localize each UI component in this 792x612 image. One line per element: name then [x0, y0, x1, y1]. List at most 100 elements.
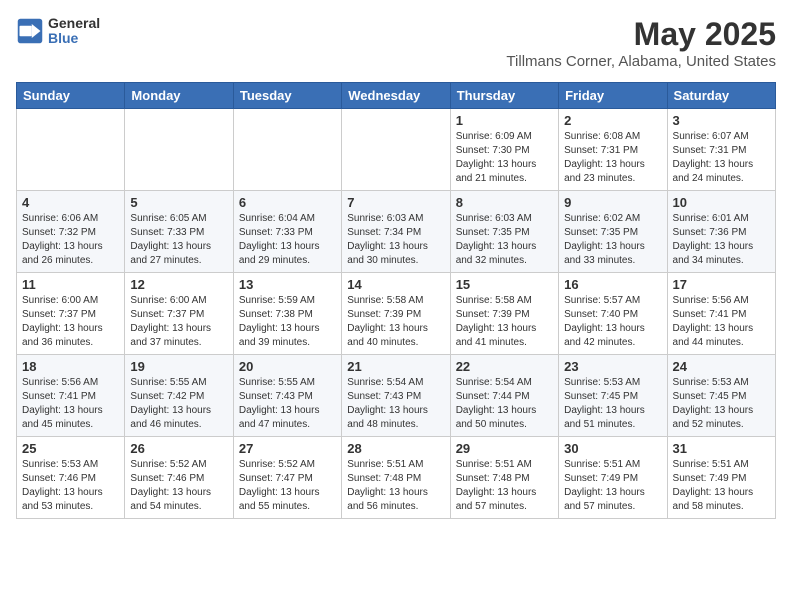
- weekday-header-monday: Monday: [125, 83, 233, 109]
- calendar-cell: 6 Sunrise: 6:04 AM Sunset: 7:33 PM Daylig…: [233, 191, 341, 273]
- calendar-cell: 22 Sunrise: 5:54 AM Sunset: 7:44 PM Dayli…: [450, 355, 558, 437]
- calendar-cell: 3 Sunrise: 6:07 AM Sunset: 7:31 PM Daylig…: [667, 109, 775, 191]
- calendar-cell: 9 Sunrise: 6:02 AM Sunset: 7:35 PM Daylig…: [559, 191, 667, 273]
- day-number: 9: [564, 195, 661, 210]
- day-info: Sunrise: 6:00 AM Sunset: 7:37 PM Dayligh…: [130, 294, 227, 350]
- day-info: Sunrise: 6:03 AM Sunset: 7:34 PM Dayligh…: [347, 212, 444, 268]
- calendar-cell: 21 Sunrise: 5:54 AM Sunset: 7:43 PM Dayli…: [342, 355, 450, 437]
- calendar-body: 1 Sunrise: 6:09 AM Sunset: 7:30 PM Daylig…: [17, 109, 776, 519]
- logo-blue-text: Blue: [48, 31, 100, 46]
- day-number: 26: [130, 441, 227, 456]
- calendar-cell: 10 Sunrise: 6:01 AM Sunset: 7:36 PM Dayli…: [667, 191, 775, 273]
- calendar-cell: 16 Sunrise: 5:57 AM Sunset: 7:40 PM Dayli…: [559, 273, 667, 355]
- page-header: General Blue May 2025 Tillmans Corner, A…: [16, 16, 776, 70]
- calendar-cell: [17, 109, 125, 191]
- title-block: May 2025 Tillmans Corner, Alabama, Unite…: [506, 16, 776, 70]
- day-info: Sunrise: 6:04 AM Sunset: 7:33 PM Dayligh…: [239, 212, 336, 268]
- day-info: Sunrise: 5:51 AM Sunset: 7:48 PM Dayligh…: [347, 458, 444, 514]
- day-info: Sunrise: 5:53 AM Sunset: 7:45 PM Dayligh…: [564, 376, 661, 432]
- day-info: Sunrise: 6:05 AM Sunset: 7:33 PM Dayligh…: [130, 212, 227, 268]
- calendar-cell: 12 Sunrise: 6:00 AM Sunset: 7:37 PM Dayli…: [125, 273, 233, 355]
- weekday-header-sunday: Sunday: [17, 83, 125, 109]
- calendar-cell: [125, 109, 233, 191]
- calendar-cell: 5 Sunrise: 6:05 AM Sunset: 7:33 PM Daylig…: [125, 191, 233, 273]
- day-number: 6: [239, 195, 336, 210]
- day-number: 4: [22, 195, 119, 210]
- day-number: 16: [564, 277, 661, 292]
- calendar-cell: 29 Sunrise: 5:51 AM Sunset: 7:48 PM Dayli…: [450, 437, 558, 519]
- day-info: Sunrise: 6:07 AM Sunset: 7:31 PM Dayligh…: [673, 130, 770, 186]
- logo-general: General: [48, 16, 100, 31]
- week-row-1: 1 Sunrise: 6:09 AM Sunset: 7:30 PM Daylig…: [17, 109, 776, 191]
- calendar-cell: 14Sunrise: 5:58 AM Sunset: 7:39 PM Dayli…: [342, 273, 450, 355]
- day-info: Sunrise: 5:57 AM Sunset: 7:40 PM Dayligh…: [564, 294, 661, 350]
- calendar-cell: 18Sunrise: 5:56 AM Sunset: 7:41 PM Dayli…: [17, 355, 125, 437]
- calendar-cell: 13 Sunrise: 5:59 AM Sunset: 7:38 PM Dayli…: [233, 273, 341, 355]
- calendar-cell: 20Sunrise: 5:55 AM Sunset: 7:43 PM Dayli…: [233, 355, 341, 437]
- calendar-cell: [342, 109, 450, 191]
- day-number: 15: [456, 277, 553, 292]
- day-number: 22: [456, 359, 553, 374]
- day-info: Sunrise: 5:51 AM Sunset: 7:49 PM Dayligh…: [564, 458, 661, 514]
- day-number: 1: [456, 113, 553, 128]
- day-number: 12: [130, 277, 227, 292]
- day-info: Sunrise: 6:00 AM Sunset: 7:37 PM Dayligh…: [22, 294, 119, 350]
- weekday-header-saturday: Saturday: [667, 83, 775, 109]
- day-info: Sunrise: 5:53 AM Sunset: 7:46 PM Dayligh…: [22, 458, 119, 514]
- day-info: Sunrise: 5:51 AM Sunset: 7:49 PM Dayligh…: [673, 458, 770, 514]
- calendar-cell: 8 Sunrise: 6:03 AM Sunset: 7:35 PM Daylig…: [450, 191, 558, 273]
- day-number: 2: [564, 113, 661, 128]
- calendar-table: SundayMondayTuesdayWednesdayThursdayFrid…: [16, 82, 776, 519]
- calendar-cell: 23 Sunrise: 5:53 AM Sunset: 7:45 PM Dayli…: [559, 355, 667, 437]
- calendar-cell: 7 Sunrise: 6:03 AM Sunset: 7:34 PM Daylig…: [342, 191, 450, 273]
- week-row-3: 11 Sunrise: 6:00 AM Sunset: 7:37 PM Dayli…: [17, 273, 776, 355]
- day-info: Sunrise: 5:52 AM Sunset: 7:47 PM Dayligh…: [239, 458, 336, 514]
- week-row-5: 25Sunrise: 5:53 AM Sunset: 7:46 PM Dayli…: [17, 437, 776, 519]
- logo-text: General Blue: [48, 16, 100, 47]
- weekday-header-row: SundayMondayTuesdayWednesdayThursdayFrid…: [17, 83, 776, 109]
- location-title: Tillmans Corner, Alabama, United States: [506, 53, 776, 70]
- day-number: 24: [673, 359, 770, 374]
- day-number: 8: [456, 195, 553, 210]
- day-number: 23: [564, 359, 661, 374]
- day-number: 3: [673, 113, 770, 128]
- weekday-header-wednesday: Wednesday: [342, 83, 450, 109]
- day-info: Sunrise: 5:54 AM Sunset: 7:43 PM Dayligh…: [347, 376, 444, 432]
- day-number: 29: [456, 441, 553, 456]
- day-number: 30: [564, 441, 661, 456]
- calendar-cell: 1 Sunrise: 6:09 AM Sunset: 7:30 PM Daylig…: [450, 109, 558, 191]
- day-info: Sunrise: 6:02 AM Sunset: 7:35 PM Dayligh…: [564, 212, 661, 268]
- calendar-cell: 27Sunrise: 5:52 AM Sunset: 7:47 PM Dayli…: [233, 437, 341, 519]
- logo: General Blue: [16, 16, 100, 47]
- calendar-cell: 26 Sunrise: 5:52 AM Sunset: 7:46 PM Dayli…: [125, 437, 233, 519]
- day-info: Sunrise: 6:09 AM Sunset: 7:30 PM Dayligh…: [456, 130, 553, 186]
- day-info: Sunrise: 6:03 AM Sunset: 7:35 PM Dayligh…: [456, 212, 553, 268]
- day-info: Sunrise: 6:08 AM Sunset: 7:31 PM Dayligh…: [564, 130, 661, 186]
- day-info: Sunrise: 6:01 AM Sunset: 7:36 PM Dayligh…: [673, 212, 770, 268]
- calendar-cell: 25Sunrise: 5:53 AM Sunset: 7:46 PM Dayli…: [17, 437, 125, 519]
- day-number: 31: [673, 441, 770, 456]
- day-number: 10: [673, 195, 770, 210]
- day-info: Sunrise: 5:56 AM Sunset: 7:41 PM Dayligh…: [22, 376, 119, 432]
- day-number: 11: [22, 277, 119, 292]
- day-number: 17: [673, 277, 770, 292]
- calendar-cell: 24Sunrise: 5:53 AM Sunset: 7:45 PM Dayli…: [667, 355, 775, 437]
- day-number: 7: [347, 195, 444, 210]
- day-number: 5: [130, 195, 227, 210]
- day-number: 21: [347, 359, 444, 374]
- day-info: Sunrise: 5:52 AM Sunset: 7:46 PM Dayligh…: [130, 458, 227, 514]
- week-row-4: 18Sunrise: 5:56 AM Sunset: 7:41 PM Dayli…: [17, 355, 776, 437]
- weekday-header-friday: Friday: [559, 83, 667, 109]
- day-info: Sunrise: 5:51 AM Sunset: 7:48 PM Dayligh…: [456, 458, 553, 514]
- month-title: May 2025: [506, 16, 776, 53]
- calendar-cell: 19Sunrise: 5:55 AM Sunset: 7:42 PM Dayli…: [125, 355, 233, 437]
- day-info: Sunrise: 5:59 AM Sunset: 7:38 PM Dayligh…: [239, 294, 336, 350]
- day-number: 19: [130, 359, 227, 374]
- day-info: Sunrise: 6:06 AM Sunset: 7:32 PM Dayligh…: [22, 212, 119, 268]
- logo-icon: [16, 17, 44, 45]
- day-number: 13: [239, 277, 336, 292]
- week-row-2: 4 Sunrise: 6:06 AM Sunset: 7:32 PM Daylig…: [17, 191, 776, 273]
- day-info: Sunrise: 5:55 AM Sunset: 7:43 PM Dayligh…: [239, 376, 336, 432]
- day-info: Sunrise: 5:56 AM Sunset: 7:41 PM Dayligh…: [673, 294, 770, 350]
- day-info: Sunrise: 5:54 AM Sunset: 7:44 PM Dayligh…: [456, 376, 553, 432]
